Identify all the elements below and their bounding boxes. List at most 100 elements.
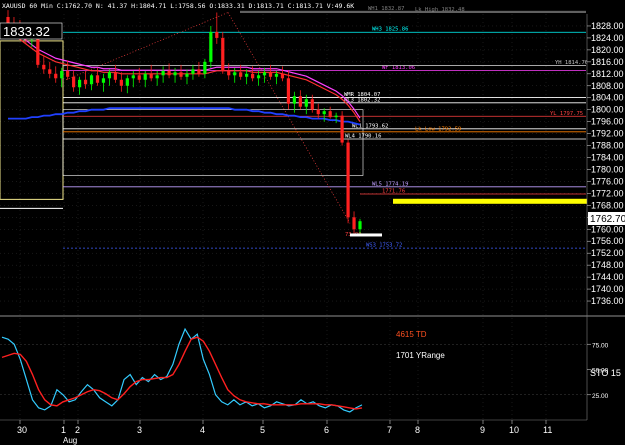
axis-tick-label: 1772.00: [591, 188, 624, 198]
candle-body: [304, 99, 308, 107]
candle-body: [334, 115, 338, 118]
candle-body: [286, 78, 291, 104]
candle-body: [48, 69, 52, 74]
candle-body: [268, 72, 273, 77]
time-axis-label: 3: [137, 425, 142, 435]
axis-tick-label: 1744.00: [591, 272, 624, 282]
candle-body: [167, 70, 171, 76]
time-axis-month: Aug: [63, 436, 77, 445]
candle-body: [60, 70, 64, 79]
level-label: Lk High 1832.48: [415, 7, 465, 13]
candle-body: [322, 111, 326, 115]
level-label: WS3 1753.72: [366, 243, 402, 249]
candle-body: [203, 61, 207, 74]
axis-tick-label: 1776.00: [591, 176, 624, 186]
level-label: WH1 1832.87: [368, 6, 404, 12]
candle-body: [101, 78, 106, 83]
axis-tick-label: 1792.00: [591, 129, 624, 139]
candle-body: [310, 99, 314, 110]
axis-tick-label: 1828.00: [591, 21, 624, 31]
axis-tick-label: 1768.00: [591, 200, 624, 210]
candle-body: [6, 16, 10, 23]
axis-tick-label: 1824.00: [591, 33, 624, 43]
candle-body: [316, 109, 320, 115]
axis-tick-label: 1748.00: [591, 260, 624, 270]
level-label: WH3 1825.86: [372, 27, 408, 33]
stoch-annotation-yrange: 1701 YRange: [396, 351, 445, 360]
axis-tick-label: 1756.00: [591, 236, 624, 246]
stoch-annotation-td: 4615 TD: [396, 330, 427, 339]
candle-body: [209, 31, 213, 62]
stoch-label: STO 15: [590, 368, 621, 378]
price-tag-left: 1833.32: [3, 24, 50, 39]
axis-tick-label: 1752.00: [591, 248, 624, 258]
candle-body: [89, 75, 94, 85]
header-title: XAUUSD 60 Min C:1762.70 N: 41.37 H:1804.…: [2, 2, 354, 10]
candle-body: [131, 75, 135, 79]
level-label: WL4 1790.16: [345, 133, 381, 139]
axis-tick-label: 1788.00: [591, 141, 624, 151]
candle-body: [239, 72, 243, 77]
candle-body: [83, 79, 88, 85]
axis-tick-label: 1820.00: [591, 45, 624, 55]
time-axis-label: 11: [543, 425, 552, 435]
axis-tick-label: 1740.00: [591, 284, 624, 294]
level-label: Lk Low 1792.59: [415, 126, 461, 132]
candle-body: [185, 73, 189, 77]
candle-body: [66, 70, 70, 77]
candle-body: [173, 72, 177, 76]
candle-body: [340, 115, 344, 143]
candle-body: [143, 73, 147, 80]
highlight-bar: [393, 198, 587, 204]
candle-body: [95, 75, 100, 83]
level-label: YL 1797.75: [550, 111, 583, 117]
level-label: WL5 1774.19: [372, 181, 408, 187]
axis-tick-label: 1780.00: [591, 164, 624, 174]
candle-body: [233, 72, 237, 76]
candle-body: [352, 217, 356, 230]
current-price-tag: 1762.70: [590, 214, 625, 225]
candle-body: [155, 75, 159, 79]
level-label: 1771.76: [382, 188, 405, 194]
axis-tick-label: 1816.00: [591, 57, 624, 67]
time-axis-label: 8: [415, 425, 420, 435]
candle-body: [358, 221, 362, 230]
candle-body: [113, 72, 117, 80]
candle-body: [161, 70, 165, 76]
candle-body: [262, 72, 267, 76]
candle-body: [251, 73, 255, 79]
candle-body: [54, 73, 58, 79]
time-axis-label: 4: [200, 425, 205, 435]
axis-tick-label: 1808.00: [591, 81, 624, 91]
axis-tick-label: 1784.00: [591, 153, 624, 163]
time-axis-label: 30: [17, 425, 27, 435]
time-axis-label: 5: [260, 425, 265, 435]
candle-body: [149, 73, 153, 79]
candle-body: [280, 73, 285, 79]
axis-tick-label: 1796.00: [591, 117, 624, 127]
time-axis-label: 6: [324, 425, 329, 435]
axis-tick-label: 1804.00: [591, 93, 624, 103]
candle-body: [292, 96, 296, 104]
candle-body: [72, 76, 76, 88]
time-axis-label: 1: [61, 425, 66, 435]
candle-body: [328, 111, 332, 118]
candle-body: [42, 64, 46, 70]
axis-tick-label: 1812.00: [591, 69, 624, 79]
axis-tick-label: 1760.00: [591, 224, 624, 234]
level-label: WF 1813.06: [382, 65, 415, 71]
candle-body: [36, 37, 40, 65]
candle-body: [245, 73, 249, 77]
candle-body: [256, 75, 261, 79]
time-axis-label: 2: [75, 425, 80, 435]
time-axis-label: 7: [387, 425, 392, 435]
candle-body: [197, 69, 201, 74]
candle-body: [298, 96, 302, 107]
candle-body: [125, 78, 129, 86]
stoch-axis-label: 75.00: [592, 342, 609, 349]
candle-body: [215, 31, 219, 38]
candle-body: [179, 72, 183, 77]
candle-body: [77, 79, 82, 88]
stoch-axis-label: 25.00: [592, 393, 609, 400]
axis-tick-label: 1800.00: [591, 105, 624, 115]
